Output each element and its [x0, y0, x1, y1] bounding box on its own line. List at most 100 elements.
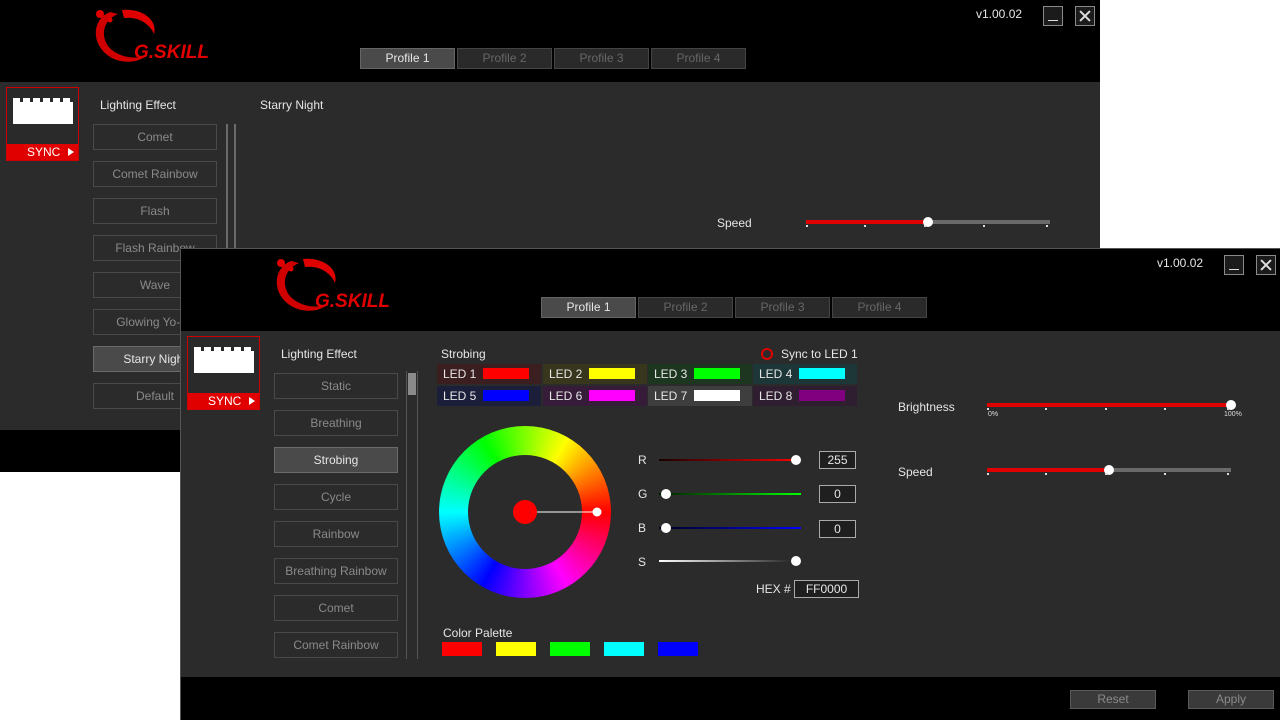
slider-tick: [1045, 408, 1047, 410]
speed-label: Speed: [898, 465, 933, 479]
hex-value-field[interactable]: FF0000: [794, 580, 859, 598]
tab-profile-4[interactable]: Profile 4: [832, 297, 927, 318]
led-4-button[interactable]: LED 4: [753, 364, 857, 384]
tab-profile-1[interactable]: Profile 1: [360, 48, 455, 69]
brightness-label: Brightness: [898, 400, 955, 414]
hex-label: HEX #: [756, 582, 791, 596]
effect-title: Starry Night: [260, 98, 324, 112]
g-label: G: [638, 487, 648, 501]
b-slider[interactable]: [659, 523, 801, 533]
slider-tick: [1105, 408, 1107, 410]
tab-profile-3[interactable]: Profile 3: [735, 297, 830, 318]
lighting-effect-heading: Lighting Effect: [100, 98, 176, 112]
palette-swatch[interactable]: [658, 642, 698, 656]
speed-slider[interactable]: [987, 465, 1231, 475]
effect-strobing[interactable]: Strobing: [274, 447, 398, 473]
slider-tick: [983, 225, 985, 227]
brightness-min-label: 0%: [988, 411, 999, 418]
slider-tick: [987, 408, 989, 410]
led-color-swatch: [799, 390, 845, 401]
tab-profile-4[interactable]: Profile 4: [651, 48, 746, 69]
reset-button[interactable]: Reset: [1070, 690, 1156, 709]
effect-static[interactable]: Static: [274, 373, 398, 399]
color-wheel-center-swatch: [513, 500, 537, 524]
slider-tick: [1227, 473, 1229, 475]
led-color-swatch: [589, 368, 635, 379]
effect-cycle[interactable]: Cycle: [274, 484, 398, 510]
tab-profile-2[interactable]: Profile 2: [638, 297, 733, 318]
sync-to-led-radio[interactable]: [761, 348, 773, 360]
sync-module[interactable]: SYNC: [6, 87, 79, 161]
sync-button[interactable]: SYNC: [188, 393, 259, 409]
led-color-swatch: [694, 390, 740, 401]
sync-button[interactable]: SYNC: [7, 144, 78, 160]
speed-label: Speed: [717, 216, 752, 230]
version-label: v1.00.02: [1157, 256, 1204, 270]
tab-profile-2[interactable]: Profile 2: [457, 48, 552, 69]
color-palette-label: Color Palette: [443, 626, 513, 640]
sync-module[interactable]: SYNC: [187, 336, 260, 410]
version-label: v1.00.02: [976, 7, 1023, 21]
scrollbar-thumb[interactable]: [408, 373, 416, 395]
b-value-field[interactable]: 0: [819, 520, 856, 538]
sync-to-led-label: Sync to LED 1: [781, 347, 858, 361]
slider-tick: [1227, 408, 1229, 410]
brightness-max-label: 100%: [1224, 411, 1242, 418]
b-slider-knob[interactable]: [661, 523, 671, 533]
g-value-field[interactable]: 0: [819, 485, 856, 503]
led-label: LED 1: [443, 367, 477, 381]
effect-comet-rainbow[interactable]: Comet Rainbow: [274, 632, 398, 658]
effect-title: Strobing: [441, 347, 486, 361]
effect-breathing-rainbow[interactable]: Breathing Rainbow: [274, 558, 398, 584]
led-1-button[interactable]: LED 1: [437, 364, 541, 384]
palette-swatch[interactable]: [496, 642, 536, 656]
led-color-swatch: [483, 390, 529, 401]
effect-comet[interactable]: Comet: [93, 124, 217, 150]
r-slider-knob[interactable]: [791, 455, 801, 465]
led-3-button[interactable]: LED 3: [648, 364, 752, 384]
slider-tick: [987, 473, 989, 475]
palette-swatch[interactable]: [442, 642, 482, 656]
s-slider[interactable]: [659, 556, 801, 566]
svg-text:G.SKILL: G.SKILL: [134, 42, 209, 63]
palette-swatch[interactable]: [550, 642, 590, 656]
tab-profile-1[interactable]: Profile 1: [541, 297, 636, 318]
r-slider[interactable]: [659, 455, 801, 465]
tab-profile-3[interactable]: Profile 3: [554, 48, 649, 69]
led-label: LED 4: [759, 367, 793, 381]
g-slider-knob[interactable]: [661, 489, 671, 499]
led-2-button[interactable]: LED 2: [543, 364, 647, 384]
palette-swatch[interactable]: [604, 642, 644, 656]
led-8-button[interactable]: LED 8: [753, 386, 857, 406]
effect-list-scrollbar[interactable]: [226, 124, 228, 248]
effect-comet-rainbow[interactable]: Comet Rainbow: [93, 161, 217, 187]
s-slider-knob[interactable]: [791, 556, 801, 566]
speed-slider[interactable]: [806, 217, 1050, 227]
apply-button[interactable]: Apply: [1188, 690, 1274, 709]
g-slider[interactable]: [659, 489, 801, 499]
color-wheel[interactable]: [439, 426, 615, 602]
effect-rainbow[interactable]: Rainbow: [274, 521, 398, 547]
effect-list-scrollbar[interactable]: [406, 371, 418, 659]
effect-breathing[interactable]: Breathing: [274, 410, 398, 436]
minimize-icon[interactable]: [1043, 6, 1063, 26]
close-icon[interactable]: [1256, 255, 1276, 275]
led-6-button[interactable]: LED 6: [543, 386, 647, 406]
led-label: LED 8: [759, 389, 793, 403]
r-value-field[interactable]: 255: [819, 451, 856, 469]
profile-tabs: Profile 1 Profile 2 Profile 3 Profile 4: [541, 297, 927, 318]
effect-flash[interactable]: Flash: [93, 198, 217, 224]
effect-comet[interactable]: Comet: [274, 595, 398, 621]
gskill-logo: G.SKILL: [276, 258, 390, 312]
led-5-button[interactable]: LED 5: [437, 386, 541, 406]
brightness-slider[interactable]: [987, 400, 1236, 410]
b-label: B: [638, 521, 647, 535]
led-label: LED 6: [549, 389, 583, 403]
front-window: v1.00.02 G.SKILL Profile 1 Profile 2 Pro…: [180, 248, 1280, 720]
slider-tick: [1164, 408, 1166, 410]
close-icon[interactable]: [1075, 6, 1095, 26]
slider-tick: [1045, 473, 1047, 475]
led-label: LED 3: [654, 367, 688, 381]
minimize-icon[interactable]: [1224, 255, 1244, 275]
led-7-button[interactable]: LED 7: [648, 386, 752, 406]
